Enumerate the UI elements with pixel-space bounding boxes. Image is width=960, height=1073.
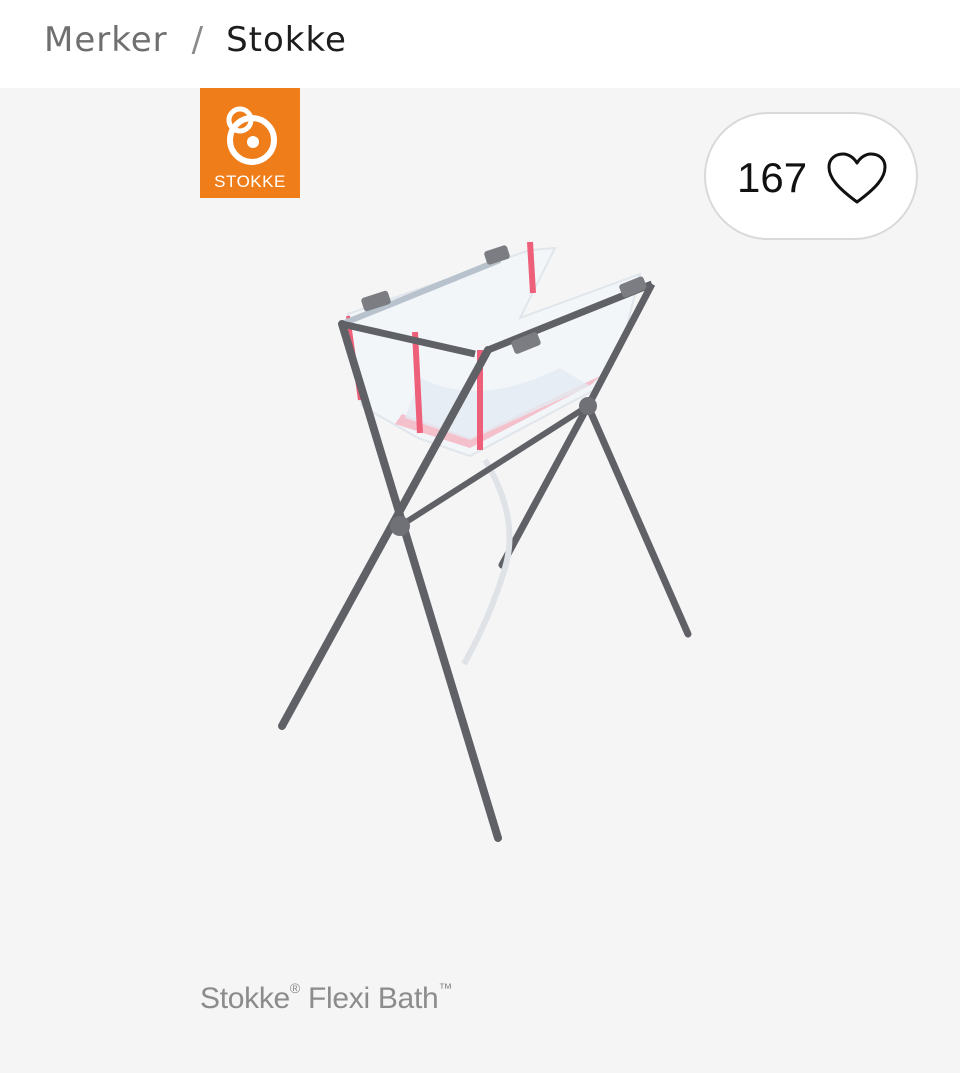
trademark-mark: ™ (438, 980, 453, 996)
stokke-logo-mark-icon (226, 106, 277, 165)
product-name-model: Flexi Bath (299, 982, 439, 1015)
registered-mark: ® (289, 980, 300, 996)
breadcrumb-link-merker[interactable]: Merker (44, 20, 168, 60)
stokke-logo: STOKKE (200, 88, 300, 198)
heart-icon (827, 152, 887, 204)
breadcrumb-bar: Merker / Stokke (0, 0, 960, 88)
breadcrumb-separator: / (191, 20, 205, 60)
breadcrumb: Merker / Stokke (44, 20, 347, 60)
product-image[interactable]: STOKKE 167 Stokke® Flexi Bath™ (0, 88, 960, 1073)
favorite-button[interactable]: 167 (704, 112, 918, 240)
product-caption: Stokke® Flexi Bath™ (200, 980, 453, 1016)
product-name-brand: Stokke (200, 982, 290, 1015)
favorite-count: 167 (737, 154, 808, 201)
breadcrumb-current-stokke: Stokke (226, 20, 347, 60)
stokke-logo-text: STOKKE (214, 172, 286, 191)
